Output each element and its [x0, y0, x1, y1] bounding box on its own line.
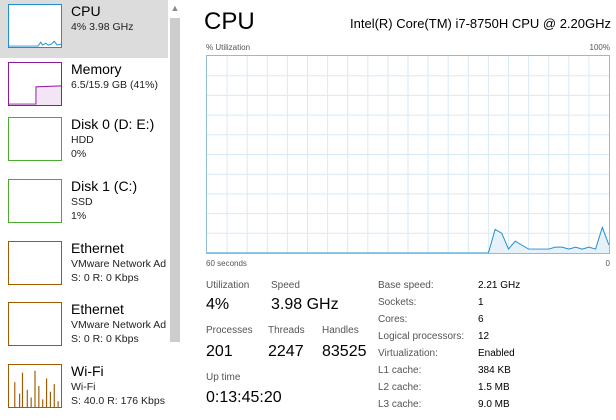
cpu-detail-panel: CPU Intel(R) Core(TM) i7-8750H CPU @ 2.2… [182, 0, 616, 420]
speed-value: 3.98 GHz [271, 296, 339, 313]
disk-graph-thumbnail-icon [8, 179, 62, 223]
threads-label: Threads [268, 325, 305, 336]
graph-x-right-label: 0 [605, 259, 610, 268]
spec-value: 9.0 MB [478, 399, 510, 410]
spec-label: L1 cache: [378, 365, 422, 376]
memory-graph-thumbnail-icon [8, 62, 62, 106]
sidebar-item-title: Memory [71, 61, 122, 77]
sidebar-item-subtitle: SSD [71, 196, 93, 208]
cpu-graph-thumbnail-icon [8, 4, 62, 48]
utilization-label: Utilization [206, 280, 250, 291]
spec-value: 12 [478, 331, 490, 342]
utilization-value: 4% [206, 296, 230, 313]
sidebar-scrollbar[interactable]: ▲ [168, 0, 182, 420]
spec-value: 384 KB [478, 365, 511, 376]
sidebar-item-value: S: 0 R: 0 Kbps [71, 333, 139, 345]
sidebar-item-subtitle: VMware Network Ad [71, 258, 167, 270]
scroll-up-arrow-icon[interactable]: ▲ [168, 0, 182, 16]
spec-value: 1 [478, 297, 484, 308]
threads-value: 2247 [268, 343, 304, 360]
handles-label: Handles [322, 325, 359, 336]
spec-label: L3 cache: [378, 399, 422, 410]
scrollbar-thumb[interactable] [170, 18, 180, 342]
graph-y-max-label: 100% [589, 43, 610, 52]
spec-label: Logical processors: [378, 331, 465, 342]
sidebar-item-subtitle: VMware Network Ad [71, 319, 167, 331]
sidebar-item-ethernet-2[interactable]: Ethernet VMware Network Ad S: 0 R: 0 Kbp… [0, 298, 168, 356]
uptime-value: 0:13:45:20 [206, 389, 282, 406]
handles-value: 83525 [322, 343, 367, 360]
sidebar-item-title: Wi-Fi [71, 363, 104, 379]
processes-label: Processes [206, 325, 253, 336]
wifi-graph-thumbnail-icon [8, 364, 62, 408]
spec-label: Cores: [378, 314, 408, 325]
sidebar-item-ethernet-1[interactable]: Ethernet VMware Network Ad S: 0 R: 0 Kbp… [0, 237, 168, 295]
sidebar-item-disk-0[interactable]: Disk 0 (D: E:) HDD 0% [0, 113, 168, 171]
graph-y-axis-label: % Utilization [206, 43, 251, 52]
ethernet-graph-thumbnail-icon [8, 241, 62, 285]
cpu-model-name: Intel(R) Core(TM) i7-8750H CPU @ 2.20GHz [350, 16, 611, 31]
sidebar-item-value: 0% [71, 148, 87, 160]
performance-sidebar: CPU 4% 3.98 GHz Memory 6.5/15.9 GB (41%)… [0, 0, 168, 420]
sidebar-item-cpu[interactable]: CPU 4% 3.98 GHz [0, 0, 168, 58]
sidebar-item-title: Ethernet [71, 301, 124, 317]
sidebar-item-subtitle: 4% 3.98 GHz [71, 21, 134, 33]
sidebar-item-wifi[interactable]: Wi-Fi Wi-Fi S: 40.0 R: 176 Kbps [0, 360, 168, 418]
speed-label: Speed [271, 280, 300, 291]
processes-value: 201 [206, 343, 233, 360]
uptime-label: Up time [206, 372, 241, 383]
spec-value: Enabled [478, 348, 515, 359]
sidebar-item-title: Ethernet [71, 240, 124, 256]
sidebar-item-memory[interactable]: Memory 6.5/15.9 GB (41%) [0, 58, 168, 116]
sidebar-item-subtitle: 6.5/15.9 GB (41%) [71, 79, 158, 91]
sidebar-item-value: 1% [71, 210, 87, 222]
spec-label: Virtualization: [378, 348, 438, 359]
spec-label: L2 cache: [378, 382, 422, 393]
cpu-utilization-graph [206, 55, 610, 254]
sidebar-item-subtitle: HDD [71, 134, 94, 146]
sidebar-item-subtitle: Wi-Fi [71, 381, 96, 393]
spec-value: 2.21 GHz [478, 280, 521, 291]
disk-graph-thumbnail-icon [8, 117, 62, 161]
ethernet-graph-thumbnail-icon [8, 302, 62, 346]
sidebar-item-value: S: 40.0 R: 176 Kbps [71, 395, 165, 407]
page-title: CPU [204, 8, 255, 35]
cpu-utilization-chart [207, 56, 609, 253]
sidebar-item-title: Disk 1 (C:) [71, 178, 138, 194]
spec-label: Base speed: [378, 280, 434, 291]
sidebar-item-title: Disk 0 (D: E:) [71, 116, 155, 132]
spec-label: Sockets: [378, 297, 417, 308]
sidebar-item-title: CPU [71, 3, 101, 19]
graph-x-left-label: 60 seconds [206, 259, 247, 268]
sidebar-item-disk-1[interactable]: Disk 1 (C:) SSD 1% [0, 175, 168, 233]
sidebar-item-value: S: 0 R: 0 Kbps [71, 272, 139, 284]
spec-value: 6 [478, 314, 484, 325]
spec-value: 1.5 MB [478, 382, 510, 393]
